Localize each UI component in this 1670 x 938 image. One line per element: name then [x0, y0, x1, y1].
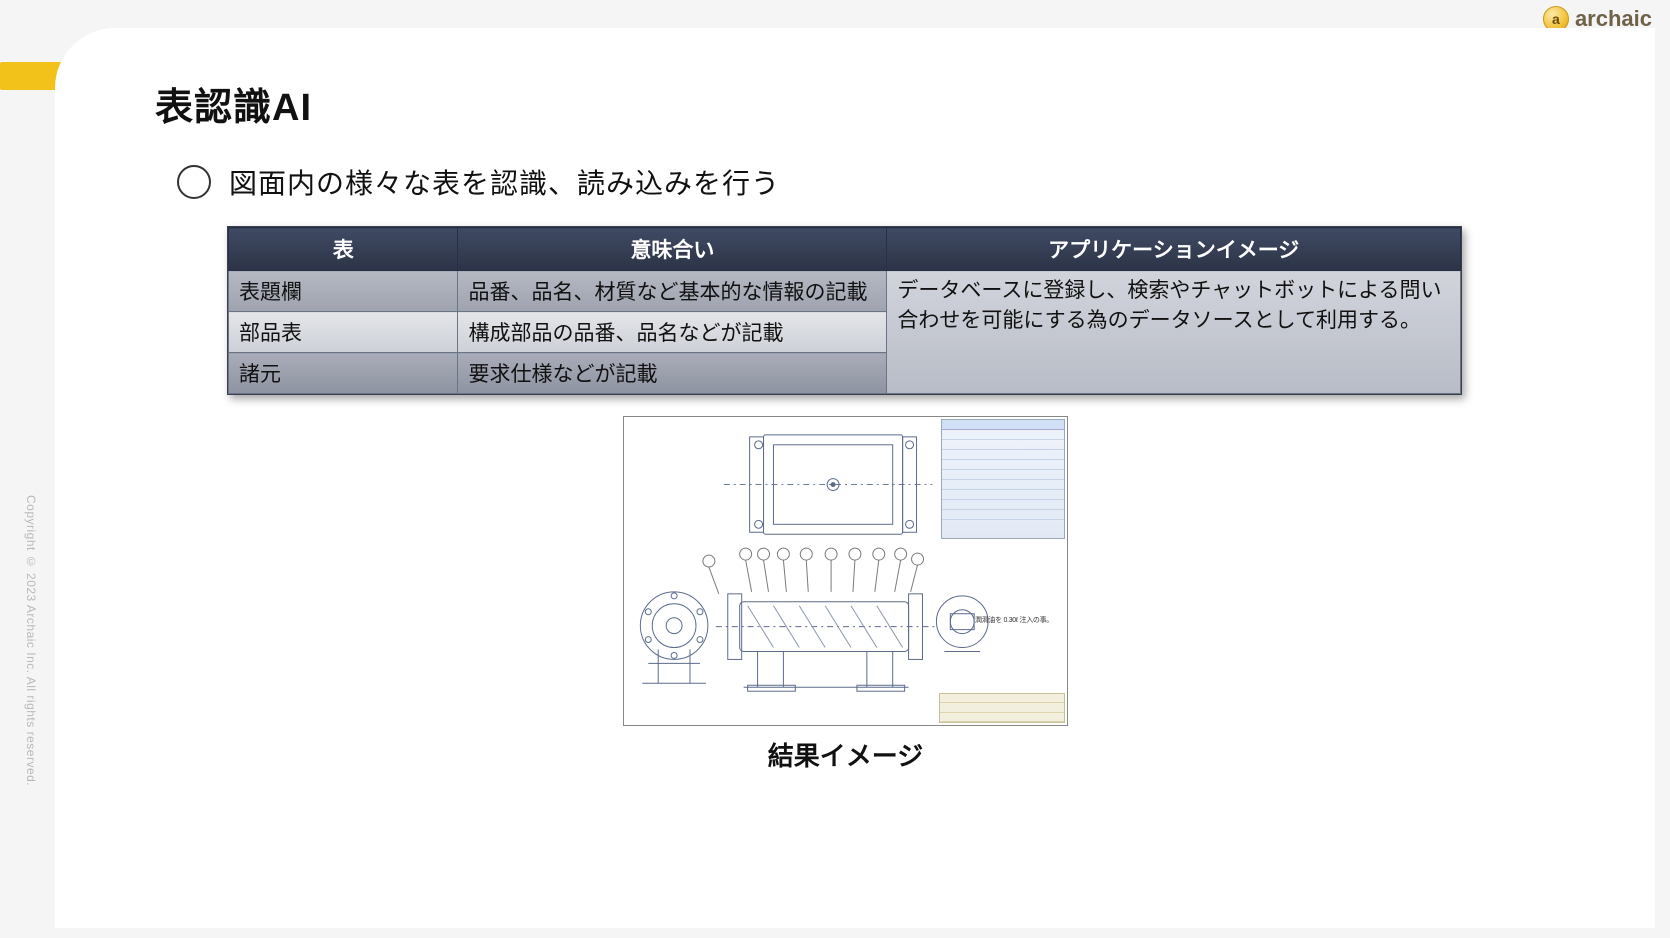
- bullet-text: 図面内の様々な表を認識、読み込みを行う: [229, 162, 780, 202]
- detected-table-overlay-top: [941, 419, 1065, 539]
- slide-title: 表認識AI: [155, 76, 312, 131]
- bullet-row: 図面内の様々な表を認識、読み込みを行う: [177, 162, 780, 202]
- cell-type: 諸元: [229, 353, 458, 394]
- th-app-image: アプリケーションイメージ: [887, 228, 1461, 271]
- copyright-text: Copyright © 2023 Archaic Inc. All rights…: [24, 495, 38, 786]
- result-image: 潤滑油を 0.30ℓ 注入の事。: [623, 416, 1068, 726]
- cell-meaning: 品番、品名、材質など基本的な情報の記載: [458, 271, 887, 312]
- cell-app-image: データベースに登録し、検索やチャットボットによる問い合わせを可能にする為のデータ…: [887, 271, 1461, 394]
- result-caption: 結果イメージ: [623, 736, 1068, 773]
- cell-meaning: 構成部品の品番、品名などが記載: [458, 312, 887, 353]
- slide-card: 表認識AI 図面内の様々な表を認識、読み込みを行う 表 意味合い アプリケーショ…: [55, 28, 1655, 928]
- drawing-note: 潤滑油を 0.30ℓ 注入の事。: [975, 615, 1053, 625]
- th-table-type: 表: [229, 228, 458, 271]
- cell-type: 部品表: [229, 312, 458, 353]
- definitions-table-wrap: 表 意味合い アプリケーションイメージ 表題欄 品番、品名、材質など基本的な情報…: [227, 226, 1462, 395]
- cell-type: 表題欄: [229, 271, 458, 312]
- cell-meaning: 要求仕様などが記載: [458, 353, 887, 394]
- th-meaning: 意味合い: [458, 228, 887, 271]
- bullet-circle-icon: [177, 165, 211, 199]
- table-header-row: 表 意味合い アプリケーションイメージ: [229, 228, 1461, 271]
- detected-table-overlay-bottom: [939, 693, 1065, 723]
- cad-drawing: 潤滑油を 0.30ℓ 注入の事。: [624, 417, 1067, 725]
- table-row: 表題欄 品番、品名、材質など基本的な情報の記載 データベースに登録し、検索やチャ…: [229, 271, 1461, 312]
- definitions-table: 表 意味合い アプリケーションイメージ 表題欄 品番、品名、材質など基本的な情報…: [228, 227, 1461, 394]
